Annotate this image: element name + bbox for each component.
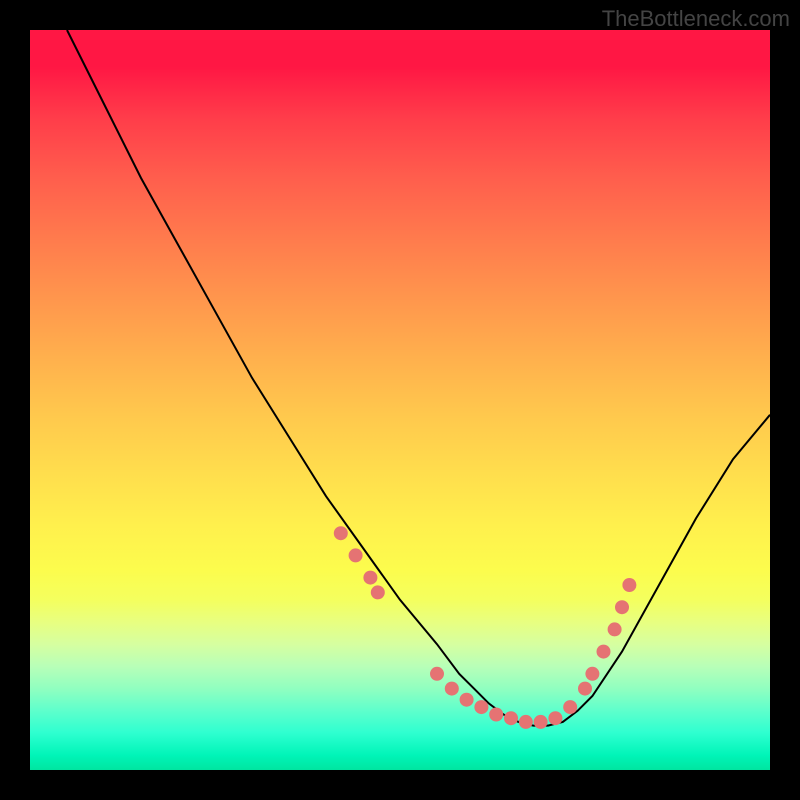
data-point [504,711,518,725]
data-point [615,600,629,614]
data-point [334,526,348,540]
data-point [519,715,533,729]
data-point [597,645,611,659]
data-point [363,571,377,585]
data-point [474,700,488,714]
chart-svg [30,30,770,770]
data-point [534,715,548,729]
chart-area [30,30,770,770]
data-point [608,622,622,636]
data-point [489,708,503,722]
data-point [585,667,599,681]
data-point [548,711,562,725]
data-point [349,548,363,562]
bottleneck-curve-line [67,30,770,726]
watermark-text: TheBottleneck.com [602,6,790,32]
data-point [622,578,636,592]
data-point [578,682,592,696]
data-point [460,693,474,707]
data-point [371,585,385,599]
data-point [430,667,444,681]
data-point [445,682,459,696]
data-point [563,700,577,714]
